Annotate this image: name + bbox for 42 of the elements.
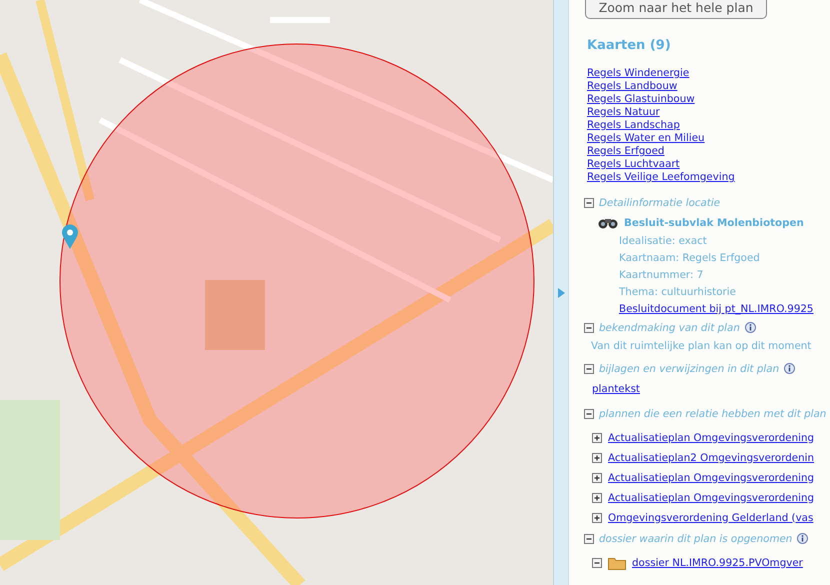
- feature-property: Kaartnaam: Regels Erfgoed: [619, 251, 761, 266]
- map-link[interactable]: Regels Natuur: [587, 106, 830, 119]
- map-link[interactable]: Regels Landschap: [587, 119, 830, 132]
- expand-icon[interactable]: [592, 493, 602, 503]
- map-link[interactable]: Regels Windenergie: [587, 67, 830, 80]
- map-link[interactable]: Regels Landbouw: [587, 80, 830, 93]
- related-plan-link[interactable]: Omgevingsverordening Gelderland (vas: [608, 512, 814, 524]
- map-link[interactable]: Regels Erfgoed: [587, 145, 830, 158]
- info-icon[interactable]: [797, 533, 808, 544]
- collapse-icon[interactable]: [584, 408, 594, 418]
- location-pin-icon[interactable]: [61, 224, 79, 250]
- collapse-icon[interactable]: [592, 558, 602, 568]
- feature-title: Besluit-subvlak Molenbiotopen: [624, 217, 804, 229]
- expand-icon[interactable]: [592, 513, 602, 523]
- folder-icon: [608, 556, 626, 570]
- maps-heading: Kaarten (9): [587, 38, 672, 53]
- info-icon[interactable]: [744, 322, 756, 333]
- related-plan-link[interactable]: dossier NL.IMRO.9925.PVOmgver: [632, 556, 803, 570]
- feature-property: Idealisatie: exact: [619, 234, 708, 249]
- feature-property: Kaartnummer: 7: [619, 268, 704, 283]
- info-icon[interactable]: [784, 363, 796, 374]
- feature-property: Thema: cultuurhistorie: [619, 285, 737, 300]
- related-plan-link[interactable]: Actualisatieplan2 Omgevingsverordenin: [608, 452, 814, 464]
- related-plan-link[interactable]: Actualisatieplan Omgevingsverordening: [608, 492, 814, 504]
- zoom-full-plan-button[interactable]: Zoom naar het hele plan: [585, 0, 767, 19]
- map-link[interactable]: Regels Veilige Leefomgeving: [587, 171, 830, 184]
- related-plan-link[interactable]: Actualisatieplan Omgevingsverordening: [608, 432, 814, 444]
- collapse-icon[interactable]: [584, 534, 594, 544]
- collapse-icon[interactable]: [584, 198, 594, 208]
- expand-icon[interactable]: [592, 453, 602, 463]
- map-link[interactable]: Regels Glastuinbouw: [587, 93, 830, 106]
- decision-document-link[interactable]: Besluitdocument bij pt_NL.IMRO.9925: [619, 301, 830, 317]
- collapse-icon[interactable]: [584, 364, 594, 374]
- related-plan-link[interactable]: Actualisatieplan Omgevingsverordening: [608, 472, 814, 484]
- expand-icon[interactable]: [592, 433, 602, 443]
- map-link[interactable]: Regels Luchtvaart: [587, 158, 830, 171]
- expand-icon[interactable]: [592, 473, 602, 483]
- map-link[interactable]: Regels Water en Milieu: [587, 132, 830, 145]
- binoculars-icon: [598, 217, 618, 229]
- attachment-link[interactable]: plantekst: [592, 379, 830, 399]
- collapse-icon[interactable]: [584, 322, 594, 332]
- section-text: Van dit ruimtelijke plan kan op dit moment: [591, 339, 812, 354]
